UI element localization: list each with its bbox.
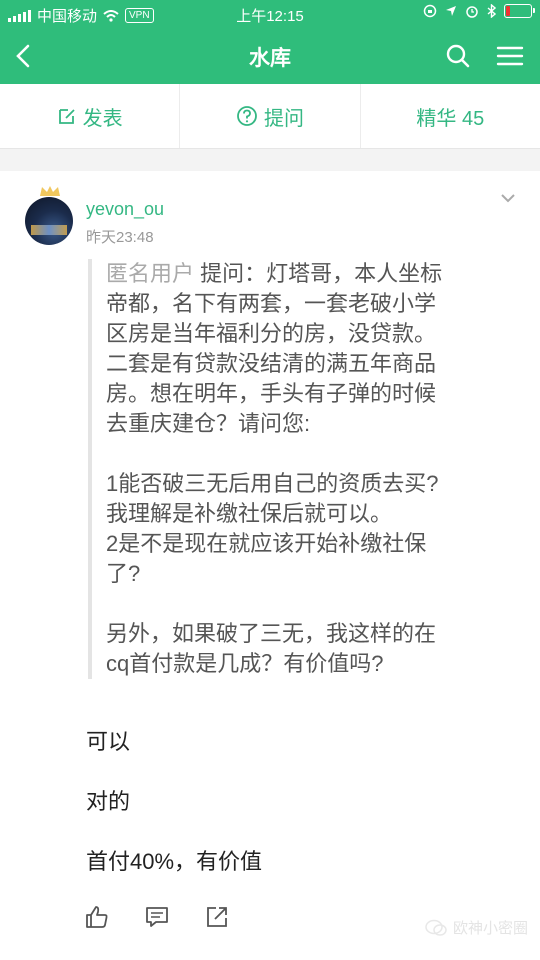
answer-body: 可以 对的 首付40%，有价值 [86,728,262,908]
menu-icon[interactable] [494,40,526,72]
author-name[interactable]: yevon_ou [86,199,164,220]
avatar-wrap[interactable] [25,185,75,245]
quote-line-5: 去重庆建仓？请问您: [106,411,311,436]
wechat-icon [425,919,447,936]
tab-post[interactable]: 发表 [0,84,179,148]
answer-line: 可以 [86,729,131,754]
avatar[interactable] [25,197,73,245]
action-tabs: 发表 提问 精华 45 [0,84,540,149]
crown-icon [40,186,60,196]
search-icon[interactable] [442,40,474,72]
quote-line-0: 匿名用户 提问：灯塔哥，本人坐标 [106,261,443,286]
location-icon [446,6,456,16]
quote-line-7: 1能否破三无后用自己的资质去买? [106,471,439,496]
tab-featured-label: 精华 45 [416,107,485,130]
post-card: yevon_ou 昨天23:48 匿名用户 提问：灯塔哥，本人坐标 帝都，名下有… [0,171,540,960]
post-actions [84,904,230,930]
tab-featured[interactable]: 精华 45 [359,84,540,148]
tab-ask[interactable]: 提问 [179,84,359,148]
edit-icon [58,109,75,124]
quote-line-12: 另外，如果破了三无，我这样的在 [106,621,437,646]
asker-name[interactable]: 匿名用户 [106,261,194,286]
quoted-question: 匿名用户 提问：灯塔哥，本人坐标 帝都，名下有两套，一套老破小学 区房是当年福利… [88,259,526,679]
share-icon[interactable] [204,904,230,930]
chevron-down-icon[interactable] [500,193,516,203]
quote-line-8: 我理解是补缴社保后就可以。 [106,501,393,526]
quote-line-4: 房。想在明年，手头有子弹的时候 [106,381,437,406]
quote-line-9: 2是不是现在就应该开始补缴社保 [106,531,427,556]
answer-line: 首付40%，有价值 [86,849,263,874]
comment-icon[interactable] [144,904,170,930]
watermark: 欧神小密圈 [425,917,528,938]
battery-icon [504,4,535,18]
like-icon[interactable] [84,904,110,930]
section-divider [0,149,540,171]
answer-line: 对的 [86,789,131,814]
quote-line-1: 帝都，名下有两套，一套老破小学 [106,291,437,316]
tab-ask-label: 提问 [263,107,304,130]
bluetooth-icon [487,4,496,18]
rotation-lock-icon [423,4,437,18]
nav-bar: 水库 [0,28,540,84]
question-icon [237,106,257,126]
tab-post-label: 发表 [82,107,123,130]
post-time: 昨天23:48 [86,229,154,246]
quote-line-3: 二套是有贷款没结清的满五年商品 [106,351,437,376]
quote-line-2: 区房是当年福利分的房，没贷款。 [106,321,437,346]
status-bar: 中国移动 VPN 上午12:15 [0,0,540,28]
watermark-text: 欧神小密圈 [452,920,528,937]
quote-line-13: cq首付款是几成？有价值吗? [106,651,384,676]
alarm-icon [466,6,478,18]
quote-line-10: 了? [106,561,141,586]
